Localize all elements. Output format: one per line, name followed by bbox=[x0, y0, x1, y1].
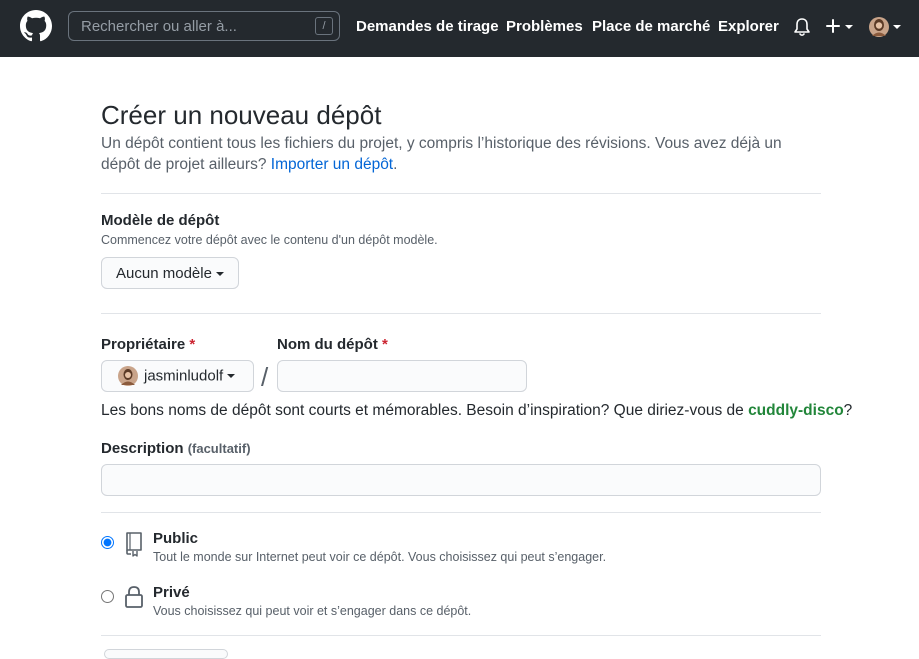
repo-name-label: Nom du dépôt * bbox=[277, 336, 388, 353]
public-title: Public bbox=[153, 530, 199, 547]
header-search: / bbox=[68, 11, 340, 41]
divider bbox=[101, 193, 821, 194]
private-title: Privé bbox=[153, 584, 190, 601]
optional-tag: (facultatif) bbox=[187, 441, 251, 456]
import-repo-link[interactable]: Importer un dépôt bbox=[271, 156, 393, 173]
bell-icon[interactable] bbox=[793, 17, 811, 37]
template-select-button[interactable]: Aucun modèle bbox=[101, 257, 239, 289]
template-label: Modèle de dépôt bbox=[101, 212, 220, 229]
hint-suffix: ? bbox=[843, 402, 853, 419]
nav-issues[interactable]: Problèmes bbox=[506, 18, 583, 35]
template-description: Commencez votre dépôt avec le contenu d'… bbox=[101, 233, 438, 247]
plus-menu-icon[interactable] bbox=[825, 17, 857, 37]
divider bbox=[101, 313, 821, 314]
nav-pull-requests[interactable]: Demandes de tirage bbox=[356, 18, 499, 35]
suggested-repo-name[interactable]: cuddly-disco bbox=[748, 402, 844, 419]
owner-name: jasminludolf bbox=[144, 367, 224, 385]
divider bbox=[101, 512, 821, 513]
nav-marketplace[interactable]: Place de marché bbox=[592, 18, 710, 35]
caret-down-icon bbox=[227, 374, 236, 378]
nav-explore[interactable]: Explorer bbox=[718, 18, 779, 35]
public-description: Tout le monde sur Internet peut voir ce … bbox=[153, 550, 607, 564]
owner-repo-separator: / bbox=[261, 362, 269, 392]
repo-name-label-text: Nom du dépôt bbox=[277, 336, 378, 353]
template-button-label: Aucun modèle bbox=[116, 264, 212, 282]
slash-shortcut-key: / bbox=[315, 17, 333, 35]
repo-icon bbox=[126, 532, 142, 557]
user-avatar-menu[interactable] bbox=[868, 16, 904, 38]
subtitle-suffix: . bbox=[393, 156, 398, 173]
top-header: / Demandes de tirage Problèmes Place de … bbox=[0, 0, 919, 57]
owner-label: Propriétaire * bbox=[101, 336, 195, 353]
owner-select-button[interactable]: jasminludolf bbox=[101, 360, 254, 392]
owner-label-text: Propriétaire bbox=[101, 336, 186, 353]
search-input[interactable] bbox=[69, 12, 309, 40]
required-mark: * bbox=[189, 336, 196, 353]
page-title: Créer un nouveau dépôt bbox=[101, 100, 382, 130]
required-mark: * bbox=[382, 336, 388, 353]
github-logo-icon[interactable] bbox=[20, 10, 52, 42]
repo-name-input[interactable] bbox=[277, 360, 527, 392]
private-radio[interactable] bbox=[101, 590, 114, 603]
caret-down-icon bbox=[215, 271, 224, 276]
description-label: Description (facultatif) bbox=[101, 440, 251, 457]
lock-icon bbox=[125, 586, 143, 608]
hint-text: Les bons noms de dépôt sont courts et mé… bbox=[101, 402, 749, 419]
divider bbox=[101, 635, 821, 636]
description-label-text: Description bbox=[101, 440, 184, 457]
private-description: Vous choisissez qui peut voir et s’engag… bbox=[153, 604, 472, 618]
page-subtitle: Un dépôt contient tous les fichiers du p… bbox=[101, 133, 821, 175]
repo-name-hint: Les bons noms de dépôt sont courts et mé… bbox=[101, 402, 852, 420]
public-radio[interactable] bbox=[101, 536, 114, 549]
subtitle-text: Un dépôt contient tous les fichiers du p… bbox=[101, 135, 782, 173]
description-input[interactable] bbox=[101, 464, 821, 496]
owner-avatar-icon bbox=[118, 366, 138, 386]
